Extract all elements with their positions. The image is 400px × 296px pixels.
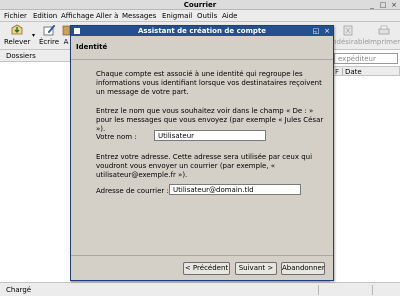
compose-icon [43,24,56,36]
email-help-text: Entrez votre adresse. Cette adresse sera… [96,153,313,179]
junk-icon [343,25,353,36]
maximize-icon[interactable]: □ [379,1,387,9]
wizard-page-header: Identité [71,36,333,60]
close-icon[interactable]: × [390,1,398,9]
status-bar: Chargé [0,282,400,296]
address-book-icon [62,25,70,36]
wizard-footer: < Précédent Suivant > Abandonner [71,255,333,280]
wizard-page-title: Identité [76,43,108,51]
previous-button[interactable]: < Précédent [183,262,230,275]
menu-aller-a[interactable]: Aller à [96,12,118,20]
column-separator [342,68,343,75]
minimize-icon[interactable]: _ [368,1,376,9]
relever-dropdown-icon[interactable]: ▾ [32,32,35,39]
relever-label: Relever [4,38,31,46]
imprimer-button[interactable]: Imprimer [368,24,400,48]
column-flag[interactable]: F [335,68,339,76]
menu-messages[interactable]: Messages [122,12,156,20]
wizard-page-body: Chaque compte est associé à une identité… [71,61,333,255]
print-icon [378,25,390,35]
identity-intro-text: Chaque compte est associé à une identité… [96,70,322,96]
message-list-header: F Date [332,66,400,76]
menu-affichage[interactable]: Affichage [61,12,94,20]
menu-outils[interactable]: Outils [197,12,217,20]
folders-header: Dossiers [0,50,72,62]
get-mail-icon [11,24,23,35]
indesirable-button[interactable]: Indésirable [330,24,369,48]
status-divider [372,285,373,295]
email-field[interactable]: Utilisateur@domain.tld [169,184,301,195]
menu-aide[interactable]: Aide [222,12,237,20]
menu-fichier[interactable]: Fichier [4,12,27,20]
account-wizard-dialog: Assistant de création de compte ◱ × Iden… [70,25,334,281]
window-title: Courrier [183,1,217,9]
dialog-titlebar: Assistant de création de compte ◱ × [71,26,333,36]
message-list-pane [330,50,400,282]
name-label: Votre nom : [96,133,137,141]
menu-edition[interactable]: Edition [33,12,57,20]
search-input[interactable]: expéditeur [334,53,398,64]
imprimer-label: Imprimer [368,38,400,46]
relever-button[interactable]: Relever [4,24,30,48]
status-divider [318,285,319,295]
dialog-close-icon[interactable]: × [323,27,331,35]
ecrire-button[interactable]: Écrire [38,24,60,48]
window-titlebar: Courrier _ □ × [0,0,400,10]
column-date[interactable]: Date [345,68,362,76]
cancel-button[interactable]: Abandonner [281,262,325,275]
dialog-title: Assistant de création de compte [138,27,266,35]
menu-enigmail[interactable]: Enigmail [162,12,192,20]
status-text: Chargé [6,286,32,294]
ecrire-label: Écrire [38,38,60,46]
email-label: Adresse de courrier : [96,187,169,195]
next-button[interactable]: Suivant > [235,262,277,275]
adresses-label: A [63,38,69,46]
menu-bar: Fichier Edition Affichage Aller à Messag… [0,10,400,22]
adresses-button[interactable]: A [62,24,70,48]
name-field[interactable]: Utilisateur [154,130,266,141]
dialog-restore-icon[interactable]: ◱ [312,27,320,35]
folder-pane: Dossiers [0,50,72,282]
indesirable-label: Indésirable [330,38,369,46]
